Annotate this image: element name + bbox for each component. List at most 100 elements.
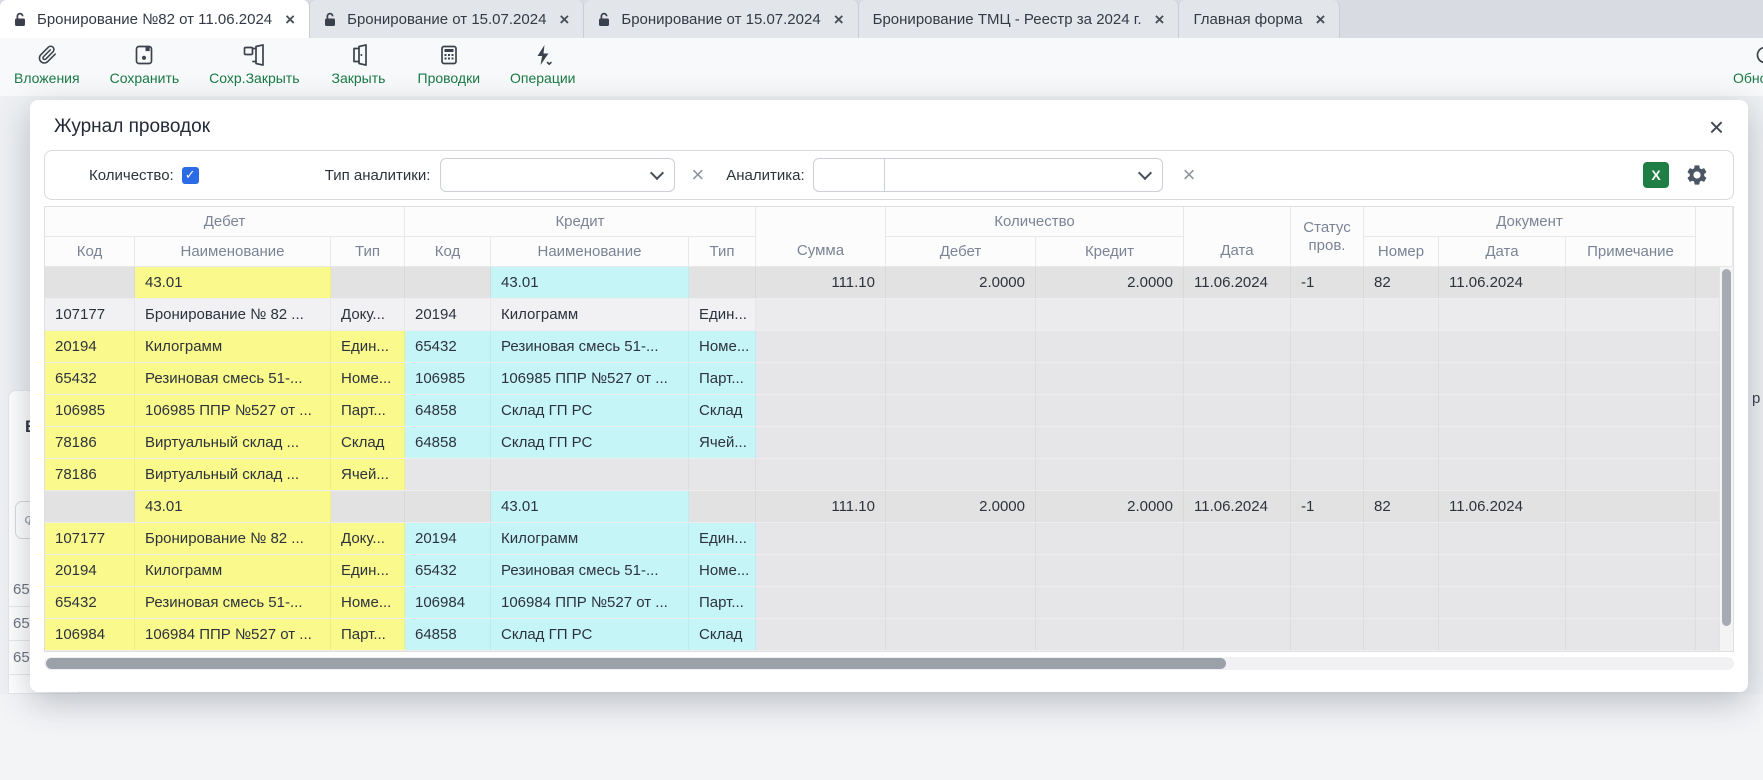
clear-analytics-icon[interactable]: × (1183, 164, 1196, 186)
table-cell: 78186 (45, 459, 135, 490)
excel-export-icon[interactable]: X (1643, 162, 1669, 188)
clear-analytics-type-icon[interactable]: × (691, 164, 704, 186)
tab-close-icon[interactable]: × (834, 11, 844, 28)
table-row-detail[interactable]: 65432Резиновая смесь 51-...Номе...106985… (45, 363, 1733, 395)
table-cell: 20194 (45, 331, 135, 362)
modal-header: Журнал проводок × (44, 114, 1734, 150)
table-cell (1439, 299, 1566, 330)
toolbar-item-label: Вложения (14, 70, 80, 86)
table-cell (491, 459, 689, 490)
tab-label: Бронирование от 15.07.2024 (621, 11, 820, 28)
vertical-scrollbar-thumb[interactable] (1722, 269, 1731, 626)
table-cell (756, 587, 886, 618)
table-cell (1036, 523, 1184, 554)
table-cell: Ячей... (331, 459, 405, 490)
lightning-icon (531, 42, 555, 68)
tab-2[interactable]: Бронирование от 15.07.2024× (310, 0, 584, 38)
horizontal-scrollbar-thumb[interactable] (46, 658, 1226, 669)
tab-5[interactable]: Главная форма× (1179, 0, 1340, 38)
toolbar-item-label: Закрыть (332, 70, 386, 86)
table-row-detail[interactable]: 20194КилограммЕдин...65432Резиновая смес… (45, 555, 1733, 587)
table-cell: 2.0000 (1036, 267, 1184, 298)
сохранить-button[interactable]: Сохранить (110, 42, 180, 86)
table-row-detail[interactable]: 78186Виртуальный склад ...Ячей... (45, 459, 1733, 491)
column-header-credit-name: Наименование (491, 237, 689, 267)
вложения-button[interactable]: Вложения (14, 42, 80, 86)
table-cell (1696, 651, 1733, 652)
tab-close-icon[interactable]: × (1315, 11, 1325, 28)
tab-close-icon[interactable]: × (559, 11, 569, 28)
column-header-debit-type: Тип (331, 237, 405, 267)
table-cell (886, 299, 1036, 330)
table-cell (1036, 363, 1184, 394)
gear-icon[interactable] (1685, 163, 1709, 187)
calculator-icon (437, 42, 461, 68)
table-cell (1036, 299, 1184, 330)
analytics-type-label: Тип аналитики: (325, 167, 431, 184)
table-row-selected[interactable]: 107177Бронирование № 82 ...Доку...20194К… (45, 299, 1733, 331)
table-cell (886, 619, 1036, 650)
journal-modal: Журнал проводок × Количество: ✓ Тип анал… (30, 100, 1748, 692)
table-cell (1184, 459, 1291, 490)
table-cell (1291, 363, 1364, 394)
table-cell (1566, 651, 1696, 652)
toolbar-item-label: Операции (510, 70, 576, 86)
table-row-detail[interactable]: 20194КилограммЕдин...65432Резиновая смес… (45, 331, 1733, 363)
toolbar-item-label: Проводки (418, 70, 481, 86)
tab-4[interactable]: Бронирование ТМЦ - Реестр за 2024 г.× (859, 0, 1180, 38)
column-header-doc-number: Номер (1364, 237, 1439, 267)
column-group-document: Документ (1364, 207, 1696, 237)
сохр-закрыть-button[interactable]: Сохр.Закрыть (209, 42, 299, 86)
проводки-button[interactable]: Проводки (418, 42, 481, 86)
table-cell (1439, 523, 1566, 554)
операции-button[interactable]: Операции (510, 42, 576, 86)
quantity-checkbox[interactable]: ✓ (182, 167, 199, 184)
table-cell (1439, 363, 1566, 394)
analytics-code-segment[interactable] (814, 159, 885, 191)
toolbar-item-label: Сохранить (110, 70, 180, 86)
table-cell (1184, 299, 1291, 330)
table-cell: 2.0000 (886, 267, 1036, 298)
table-cell: 64858 (405, 651, 491, 652)
close-icon[interactable]: × (1709, 117, 1724, 137)
table-cell: Номе... (689, 555, 756, 586)
table-row-detail[interactable]: 65432Резиновая смесь 51-...Номе...106984… (45, 587, 1733, 619)
table-row-detail[interactable]: 78186Виртуальный склад ...Склад64858Скла… (45, 651, 1733, 652)
table-row-detail[interactable]: 106985106985 ППР №527 от ...Парт...64858… (45, 395, 1733, 427)
table-cell (1364, 427, 1439, 458)
table-row-detail[interactable]: 106984106984 ППР №527 от ...Парт...64858… (45, 619, 1733, 651)
table-row-detail[interactable]: 107177Бронирование № 82 ...Доку...20194К… (45, 523, 1733, 555)
tab-3[interactable]: Бронирование от 15.07.2024 × (584, 0, 858, 38)
table-cell (756, 395, 886, 426)
table-row-detail[interactable]: 78186Виртуальный склад ...Склад64858Скла… (45, 427, 1733, 459)
refresh-button[interactable]: Обновить (1733, 42, 1763, 86)
tab-close-icon[interactable]: × (285, 11, 295, 28)
закрыть-button[interactable]: Закрыть (330, 42, 388, 86)
column-header-debit-code: Код (45, 237, 135, 267)
refresh-icon (1753, 42, 1763, 68)
tab-close-icon[interactable]: × (1155, 11, 1165, 28)
tab-1[interactable]: Бронирование №82 от 11.06.2024× (0, 0, 310, 38)
table-cell: 111.10 (756, 491, 886, 522)
table-cell: Номе... (331, 363, 405, 394)
table-row-summary[interactable]: 43.0143.01111.102.00002.000011.06.2024-1… (45, 267, 1733, 299)
table-cell (1566, 299, 1696, 330)
table-cell (1439, 395, 1566, 426)
table-cell: -1 (1291, 267, 1364, 298)
table-cell (1291, 651, 1364, 652)
column-header-credit-type: Тип (689, 237, 756, 267)
table-cell (756, 555, 886, 586)
table-cell: Парт... (689, 587, 756, 618)
table-cell (756, 459, 886, 490)
table-row-summary[interactable]: 43.0143.01111.102.00002.000011.06.2024-1… (45, 491, 1733, 523)
column-header-debit-name: Наименование (135, 237, 331, 267)
analytics-type-select[interactable] (440, 158, 675, 192)
table-cell (1291, 395, 1364, 426)
analytics-select[interactable] (813, 158, 1163, 192)
table-cell (1364, 363, 1439, 394)
table-cell (1291, 427, 1364, 458)
table-cell: Бронирование № 82 ... (135, 299, 331, 330)
table-cell: Килограмм (135, 555, 331, 586)
column-header-sum: Сумма (756, 207, 886, 267)
table-cell (1184, 651, 1291, 652)
